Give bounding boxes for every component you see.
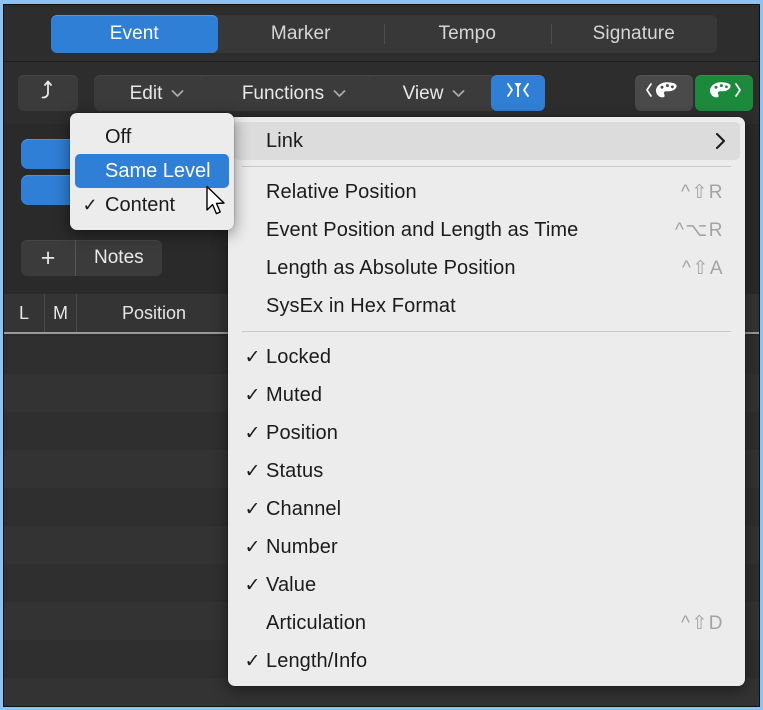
- menu-item-articulation[interactable]: Articulation ^⇧D: [233, 604, 740, 642]
- submenu-item-same-level-label: Same Level: [105, 160, 229, 183]
- submenu-item-content[interactable]: ✓ Content: [75, 188, 229, 222]
- link-submenu: Off Same Level ✓ Content: [70, 113, 234, 230]
- view-dropdown-menu: Link Relative Position ^⇧R Event Positio…: [228, 117, 745, 686]
- menu-item-length-as-absolute-position-shortcut: ^⇧A: [682, 257, 740, 280]
- catch-playhead-button[interactable]: [491, 75, 545, 111]
- menu-item-length-as-absolute-position-label: Length as Absolute Position: [266, 257, 682, 280]
- submenu-item-content-label: Content: [105, 194, 229, 217]
- view-menu-button[interactable]: View: [368, 75, 496, 111]
- menu-item-event-position-and-length-as-time-label: Event Position and Length as Time: [266, 219, 675, 242]
- midi-palette-icon: [701, 79, 747, 107]
- menu-item-event-position-and-length-as-time[interactable]: Event Position and Length as Time ^⌥R: [233, 211, 740, 249]
- column-header-muted[interactable]: M: [45, 294, 77, 332]
- midi-out-palette-button[interactable]: [695, 75, 753, 111]
- menu-item-muted-label: Muted: [266, 384, 724, 407]
- column-header-muted-label: M: [53, 303, 68, 324]
- menu-item-relative-position-label: Relative Position: [266, 181, 681, 204]
- menu-item-articulation-shortcut: ^⇧D: [681, 612, 740, 635]
- catch-playhead-icon: [503, 79, 533, 107]
- menu-item-link[interactable]: Link: [233, 122, 740, 160]
- check-icon: ✓: [233, 386, 266, 405]
- view-menu-label: View: [403, 84, 444, 103]
- column-header-position[interactable]: Position: [77, 294, 232, 332]
- menu-item-relative-position[interactable]: Relative Position ^⇧R: [233, 173, 740, 211]
- menu-item-length-info-label: Length/Info: [266, 650, 724, 673]
- menu-item-event-position-and-length-as-time-shortcut: ^⌥R: [675, 219, 740, 242]
- menu-item-number-label: Number: [266, 536, 724, 559]
- menu-item-number[interactable]: ✓ Number: [233, 528, 740, 566]
- check-icon: ✓: [233, 500, 266, 519]
- menu-item-position-label: Position: [266, 422, 724, 445]
- arrow-up-curved-icon: [38, 79, 58, 107]
- midi-palette-icon: [641, 79, 687, 107]
- notes-bar: + Notes: [4, 236, 232, 280]
- tab-marker-label: Marker: [271, 23, 331, 45]
- functions-menu-button[interactable]: Functions: [200, 75, 384, 111]
- chevron-down-icon: [333, 89, 346, 98]
- plus-icon: +: [41, 246, 56, 271]
- menu-item-sysex-in-hex-format[interactable]: SysEx in Hex Format: [233, 287, 740, 325]
- menu-item-channel[interactable]: ✓ Channel: [233, 490, 740, 528]
- menu-item-position[interactable]: ✓ Position: [233, 414, 740, 452]
- hierarchy-up-button[interactable]: [18, 75, 78, 111]
- tab-group: Event Marker Tempo Signature: [51, 15, 717, 53]
- menu-item-channel-label: Channel: [266, 498, 724, 521]
- notes-filter-button[interactable]: Notes: [76, 240, 162, 276]
- check-icon: ✓: [233, 652, 266, 671]
- tab-event[interactable]: Event: [51, 15, 218, 53]
- menu-item-link-label: Link: [266, 130, 715, 153]
- check-icon: ✓: [233, 576, 266, 595]
- check-icon: ✓: [233, 462, 266, 481]
- midi-in-palette-button[interactable]: [635, 75, 693, 111]
- menu-item-status-label: Status: [266, 460, 724, 483]
- menu-item-status[interactable]: ✓ Status: [233, 452, 740, 490]
- menu-item-locked[interactable]: ✓ Locked: [233, 338, 740, 376]
- menu-item-muted[interactable]: ✓ Muted: [233, 376, 740, 414]
- submenu-item-off-label: Off: [105, 126, 229, 149]
- menu-separator: [242, 331, 731, 332]
- menu-item-sysex-in-hex-format-label: SysEx in Hex Format: [266, 295, 724, 318]
- column-header-locked[interactable]: L: [4, 294, 45, 332]
- add-event-button[interactable]: +: [21, 240, 76, 276]
- functions-menu-label: Functions: [242, 84, 324, 103]
- notes-filter-label: Notes: [94, 247, 144, 269]
- menu-item-length-as-absolute-position[interactable]: Length as Absolute Position ^⇧A: [233, 249, 740, 287]
- check-icon: ✓: [233, 424, 266, 443]
- notes-button-group: + Notes: [21, 240, 162, 276]
- tab-signature-label: Signature: [593, 23, 675, 45]
- tab-tempo[interactable]: Tempo: [384, 15, 551, 53]
- tab-signature[interactable]: Signature: [551, 15, 718, 53]
- menu-item-length-info[interactable]: ✓ Length/Info: [233, 642, 740, 680]
- submenu-item-same-level[interactable]: Same Level: [75, 154, 229, 188]
- submenu-item-off[interactable]: Off: [75, 120, 229, 154]
- check-icon: ✓: [75, 196, 105, 214]
- edit-menu-label: Edit: [130, 84, 163, 103]
- check-icon: ✓: [233, 348, 266, 367]
- tab-bar: Event Marker Tempo Signature: [4, 5, 759, 62]
- menu-item-relative-position-shortcut: ^⇧R: [681, 181, 740, 204]
- menu-item-value[interactable]: ✓ Value: [233, 566, 740, 604]
- edit-menu-button[interactable]: Edit: [94, 75, 216, 111]
- chevron-right-icon: [715, 132, 740, 150]
- tab-marker[interactable]: Marker: [218, 15, 385, 53]
- column-header-locked-label: L: [19, 303, 29, 324]
- menu-item-value-label: Value: [266, 574, 724, 597]
- menu-item-articulation-label: Articulation: [266, 612, 681, 635]
- menu-separator: [242, 166, 731, 167]
- chevron-down-icon: [452, 89, 465, 98]
- chevron-down-icon: [171, 89, 184, 98]
- menu-item-locked-label: Locked: [266, 346, 724, 369]
- check-icon: ✓: [233, 538, 266, 557]
- tab-event-label: Event: [110, 23, 159, 45]
- tab-tempo-label: Tempo: [438, 23, 496, 45]
- event-list-window: Event Marker Tempo Signature Edit: [0, 0, 763, 710]
- column-header-position-label: Position: [122, 303, 186, 324]
